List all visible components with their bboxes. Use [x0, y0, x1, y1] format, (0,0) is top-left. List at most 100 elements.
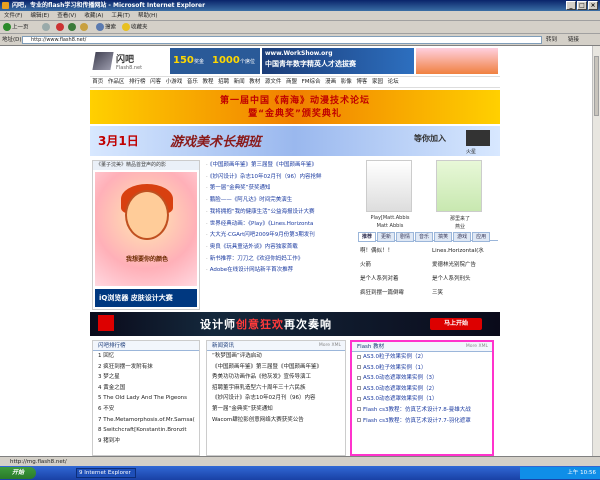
nav-item[interactable]: 招聘	[218, 77, 229, 88]
rec-item[interactable]: Lines.Horizontal(水	[432, 246, 484, 254]
nav-item[interactable]: FM综合	[302, 77, 321, 88]
tab-drama[interactable]: 剧情	[396, 232, 415, 242]
forum-banner[interactable]: 第一届中国《南海》动漫技术论坛 暨“金典奖”颁奖典礼	[90, 90, 500, 124]
maximize-button[interactable]: □	[577, 1, 587, 10]
nav-item[interactable]: 教程	[202, 77, 213, 88]
list-item[interactable]: 5 The Old Lady And The Pigeons	[93, 393, 199, 404]
scrollbar-thumb[interactable]	[594, 56, 599, 116]
menu-help[interactable]: 帮助(H)	[134, 11, 161, 21]
rec-item[interactable]: 是个人系列对着	[360, 274, 399, 282]
start-now-button[interactable]: 马上开始	[430, 318, 482, 330]
skin-contest-ad[interactable]: 《董子沈美》精品首登声的的影 我想要你的颜色 iQ浏览器 皮肤设计大赛	[92, 160, 200, 310]
list-item[interactable]: AS3.0动态遮罩效果实例（1）	[352, 394, 492, 405]
workshow-ad[interactable]: www.WorkShow.org 中国青年数字精英人才选拔赛	[262, 48, 414, 74]
list-item[interactable]: “秋梦国画”评选启动	[207, 351, 345, 362]
list-item[interactable]: AS3.0粒子效果实例（1）	[352, 363, 492, 374]
nav-item[interactable]: 教材	[249, 77, 260, 88]
nav-item[interactable]: 商盟	[286, 77, 297, 88]
nav-item[interactable]: 博客	[356, 77, 367, 88]
list-item[interactable]: 《中国颜画年鉴》第三届暨《中国颜画年鉴》	[207, 362, 345, 373]
refresh-button[interactable]	[68, 23, 77, 32]
rec-item[interactable]: 疯狂到摆一篇倒霉	[360, 288, 404, 296]
list-item[interactable]: · 世界经典动画：《Play》《Lines.Horizonta	[206, 219, 356, 231]
address-input[interactable]: http://www.flash8.net/	[22, 36, 542, 44]
list-item[interactable]: · 鹏脸——《阿凡达》时间完美演生	[206, 195, 356, 207]
close-button[interactable]: ×	[588, 1, 598, 10]
nav-item[interactable]: 家园	[372, 77, 383, 88]
tab-funny[interactable]: 搞笑	[434, 232, 453, 242]
list-item[interactable]: · 第一届“金典奖”获奖通知	[206, 183, 356, 195]
list-item[interactable]: Flash cs3教程：仿真艺术设计7.7-羽化遮罩	[352, 416, 492, 427]
list-item[interactable]: 《妙闪设计》杂志10年02月刊（96）内容	[207, 393, 345, 404]
list-item[interactable]: · 奥良《玩具童话外谈》内容独家首载	[206, 242, 356, 254]
nav-item[interactable]: 小游戏	[166, 77, 183, 88]
tab-music[interactable]: 音乐	[415, 232, 434, 242]
thumb-nali[interactable]	[436, 160, 482, 212]
thumb-title[interactable]: 那里来了	[432, 215, 488, 222]
menu-edit[interactable]: 编辑(E)	[26, 11, 53, 21]
nav-item[interactable]: 首页	[92, 77, 103, 88]
nav-item[interactable]: 影像	[341, 77, 352, 88]
cartoon-ad[interactable]	[416, 48, 498, 74]
tab-game[interactable]: 游戏	[453, 232, 472, 242]
game-art-banner[interactable]: 3月1日 游戏美术长期班 等你加入 火星	[90, 126, 500, 156]
minimize-button[interactable]: _	[566, 1, 576, 10]
go-button[interactable]: 转到	[546, 36, 557, 44]
favorites-button[interactable]: 收藏夹	[122, 23, 148, 32]
list-item[interactable]: 秀美功功功画作品《他灰发》宣传导演工	[207, 372, 345, 383]
flash-more-link[interactable]: More	[466, 344, 477, 349]
list-item[interactable]: 4 黄金之国	[93, 383, 199, 394]
list-item[interactable]: 9 猪到冲	[93, 436, 199, 447]
menu-file[interactable]: 文件(F)	[0, 11, 26, 21]
site-logo[interactable]: 闪吧 Flash8.net	[92, 48, 162, 76]
list-item[interactable]: 7 The.Metamorphosis.of.Mr.Samsa(	[93, 415, 199, 426]
menu-view[interactable]: 查看(V)	[53, 11, 80, 21]
rec-item[interactable]: 火箭	[360, 260, 371, 268]
news-rss-link[interactable]: XML	[332, 343, 341, 348]
nav-item[interactable]: 排行榜	[129, 77, 146, 88]
forward-button[interactable]	[42, 23, 51, 32]
nav-item[interactable]: 音乐	[187, 77, 198, 88]
list-item[interactable]: 8 Switchcraft[Konstantin.Bronzit	[93, 425, 199, 436]
nav-item[interactable]: 论坛	[388, 77, 399, 88]
rec-item[interactable]: 三笑	[432, 288, 443, 296]
tab-app[interactable]: 应用	[472, 232, 491, 242]
designer-banner[interactable]: 设计师创意狂欢再次奏响 马上开始	[90, 312, 500, 336]
list-item[interactable]: 招聘董宇麻乳造型六十周年三十六民族	[207, 383, 345, 394]
tab-update[interactable]: 更新	[377, 232, 396, 242]
list-item[interactable]: · 《妙闪设计》杂志10年02月刊（96）内容抢鲜	[206, 172, 356, 184]
nav-item[interactable]: 漫画	[325, 77, 336, 88]
list-item[interactable]: · Adobe在线设计网站新平首次推荐	[206, 265, 356, 277]
thumb-play[interactable]	[366, 160, 412, 212]
nav-item[interactable]: 新闻	[234, 77, 245, 88]
thumb-title[interactable]: Play[Matt.Abbis	[362, 215, 418, 221]
list-item[interactable]: Flash cs3教程：仿真艺术设计7.8-曼雄大战	[352, 405, 492, 416]
news-more-link[interactable]: More	[319, 343, 330, 348]
list-item[interactable]: 第一届“金典奖”获奖通知	[207, 404, 345, 415]
stop-button[interactable]	[56, 23, 65, 32]
list-item[interactable]: · 《中国颜画年鉴》第三届暨《中国颜画年鉴》	[206, 160, 356, 172]
list-item[interactable]: 3 梦之星	[93, 372, 199, 383]
list-item[interactable]: 1 回忆	[93, 351, 199, 362]
list-item[interactable]: 2 疯狂到摆一发附有抹	[93, 362, 199, 373]
list-item[interactable]: Wacom肆拉影创意网络大赛获奖公告	[207, 415, 345, 426]
menu-tools[interactable]: 工具(T)	[107, 11, 134, 21]
prize-ad[interactable]: 150 奖金 1000 个席位	[170, 48, 260, 74]
flash-rss-link[interactable]: XML	[479, 344, 488, 349]
list-item[interactable]: AS3.0动态遮罩效果实例（2）	[352, 384, 492, 395]
list-item[interactable]: 6 不安	[93, 404, 199, 415]
start-button[interactable]: 开始	[0, 467, 36, 479]
list-item[interactable]: · 大大光·CGArt闪吧2009年9月份第3期发刊	[206, 230, 356, 242]
nav-item[interactable]: 作品区	[108, 77, 125, 88]
back-button[interactable]: 上一页	[3, 23, 29, 32]
nav-item[interactable]: 源文件	[265, 77, 282, 88]
links-button[interactable]: 链接	[568, 36, 579, 44]
taskbar-ie-button[interactable]: 9 Internet Explorer	[76, 468, 136, 478]
nav-item[interactable]: 闪客	[150, 77, 161, 88]
list-item[interactable]: AS3.0粒子效果实例（2）	[352, 352, 492, 363]
rec-item[interactable]: 爱德林光别院广告	[432, 260, 476, 268]
home-button[interactable]	[80, 23, 89, 32]
list-item[interactable]: · 新书推荐：刀刀之《欢迎你妈妈工作》	[206, 254, 356, 266]
menu-favorites[interactable]: 收藏(A)	[80, 11, 107, 21]
list-item[interactable]: AS3.0动态遮罩效果实例（3）	[352, 373, 492, 384]
